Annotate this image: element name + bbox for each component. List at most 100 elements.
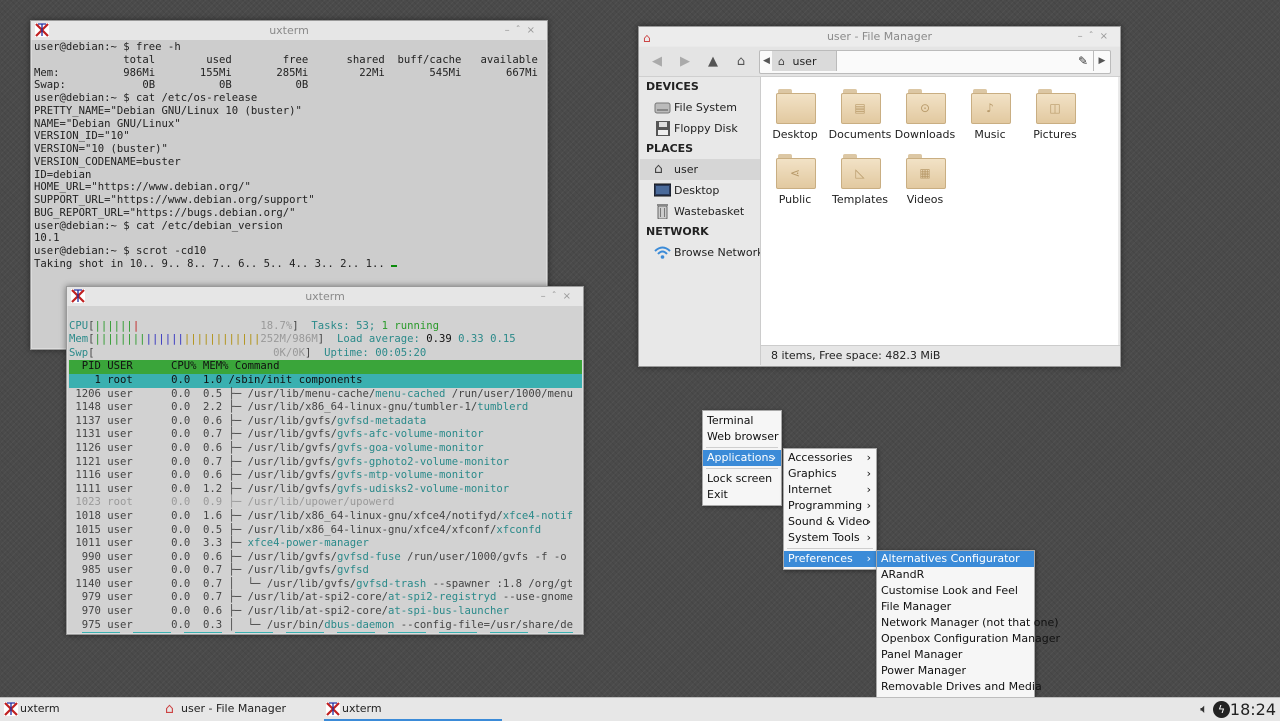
- applications-submenu[interactable]: Accessories › Graphics › Internet › Programmin…: [783, 448, 877, 570]
- fkey-label[interactable]: Search: [183, 632, 223, 633]
- file-manager-window[interactable]: ⌂ user - File Manager –ˆ× ◀ ▶ ▲ ⌂ ◀ ⌂ us…: [638, 26, 1121, 367]
- process-row[interactable]: 990 user 0.0 0.6 ├─ /usr/lib/gvfs/gvfsd-…: [69, 551, 582, 565]
- sidebar-item-browse-network[interactable]: Browse Network: [640, 242, 760, 263]
- menu-item-removable-drives-and-media[interactable]: Removable Drives and Media: [877, 679, 1042, 695]
- menu-item-panel-manager[interactable]: Panel Manager: [877, 647, 1034, 663]
- chevron-left-icon[interactable]: ◀: [763, 51, 770, 72]
- fkey-f2[interactable]: F2: [120, 632, 133, 633]
- menu-item-applications[interactable]: Applications ›: [703, 450, 781, 466]
- fkey-label[interactable]: Setup: [132, 632, 172, 633]
- taskbar-button-uxterm-2[interactable]: uxterm: [324, 698, 502, 721]
- folder-item-documents[interactable]: ▤ Documents: [828, 89, 892, 141]
- fkey-label[interactable]: Nice -: [388, 632, 427, 633]
- clock[interactable]: 18:24: [1230, 698, 1276, 721]
- fkey-f10[interactable]: F10: [528, 632, 547, 633]
- menu-item-alternatives-configurator[interactable]: Alternatives Configurator: [877, 551, 1034, 567]
- power-icon[interactable]: ϟ: [1213, 701, 1230, 718]
- process-row[interactable]: 1131 user 0.0 0.7 ├─ /usr/lib/gvfs/gvfs-…: [69, 428, 582, 442]
- folder-item-public[interactable]: ⋖ Public: [763, 154, 827, 206]
- process-list[interactable]: 1 root 0.0 1.0 /sbin/init components 120…: [69, 373, 582, 633]
- process-row[interactable]: 1015 user 0.0 0.5 ├─ /usr/lib/x86_64-lin…: [69, 524, 582, 538]
- process-row[interactable]: 985 user 0.0 0.7 ├─ /usr/lib/gvfs/gvfsd: [69, 564, 582, 578]
- fkey-f5[interactable]: F5: [273, 632, 286, 633]
- menu-item-file-manager[interactable]: File Manager: [877, 599, 1034, 615]
- path-bar[interactable]: ◀ ⌂ user ✎ ▶: [759, 50, 1111, 74]
- process-row[interactable]: 975 user 0.0 0.3 │ └─ /usr/bin/dbus-daem…: [69, 619, 582, 633]
- fkey-f3[interactable]: F3: [171, 632, 184, 633]
- fkey-f1[interactable]: F1: [69, 632, 82, 633]
- fkey-f6[interactable]: F6: [324, 632, 337, 633]
- process-row[interactable]: 970 user 0.0 0.6 ├─ /usr/lib/at-spi2-cor…: [69, 605, 582, 619]
- fkey-label[interactable]: Sorted: [285, 632, 325, 633]
- sidebar-item-file-system[interactable]: File System: [640, 97, 760, 118]
- htop-screen[interactable]: CPU[||||||| 18.7%] Tasks: 53; 1 running …: [68, 306, 582, 633]
- fkey-f8[interactable]: F8: [426, 632, 439, 633]
- fkey-label[interactable]: Help: [81, 632, 121, 633]
- folder-item-videos[interactable]: ▦ Videos: [893, 154, 957, 206]
- process-row[interactable]: 1148 user 0.0 2.2 ├─ /usr/lib/x86_64-lin…: [69, 401, 582, 415]
- function-key-bar[interactable]: F1Help F2Setup F3SearchF4FilterF5SortedF…: [69, 632, 582, 633]
- edit-pencil-icon[interactable]: ✎: [1078, 51, 1088, 72]
- fkey-label[interactable]: Collap: [337, 632, 376, 633]
- chevron-right-icon[interactable]: ▶: [1093, 51, 1110, 71]
- folder-item-desktop[interactable]: Desktop: [763, 89, 827, 141]
- folder-item-pictures[interactable]: ◫ Pictures: [1023, 89, 1087, 141]
- back-arrow-icon[interactable]: ◀: [647, 52, 667, 72]
- home-button-icon[interactable]: ⌂: [731, 52, 751, 72]
- fkey-f9[interactable]: F9: [477, 632, 490, 633]
- taskbar-button-file-manager[interactable]: ⌂ user - File Manager: [163, 698, 331, 721]
- folder-item-music[interactable]: ♪ Music: [958, 89, 1022, 141]
- menu-item-customise-look-and-feel[interactable]: Customise Look and Feel: [877, 583, 1034, 599]
- fkey-f7[interactable]: F7: [375, 632, 388, 633]
- up-arrow-icon[interactable]: ▲: [703, 52, 723, 72]
- process-row[interactable]: 1140 user 0.0 0.7 │ └─ /usr/lib/gvfs/gvf…: [69, 578, 582, 592]
- folder-item-templates[interactable]: ◺ Templates: [828, 154, 892, 206]
- process-row[interactable]: 1121 user 0.0 0.7 ├─ /usr/lib/gvfs/gvfs-…: [69, 456, 582, 470]
- sidebar-item-floppy-disk[interactable]: Floppy Disk: [640, 118, 760, 139]
- process-row[interactable]: 1023 root 0.0 0.9 ├─ /usr/lib/upower/upo…: [69, 496, 582, 510]
- process-row[interactable]: 1011 user 0.0 3.3 ├─ xfce4-power-manager: [69, 537, 582, 551]
- menu-item-terminal[interactable]: Terminal: [703, 413, 781, 429]
- forward-arrow-icon[interactable]: ▶: [675, 52, 695, 72]
- root-menu[interactable]: Terminal Web browser Applications › Lock …: [702, 410, 782, 506]
- titlebar[interactable]: uxterm –ˆ×: [31, 21, 547, 40]
- menu-item-exit[interactable]: Exit: [703, 487, 781, 503]
- fkey-label[interactable]: Kill: [490, 632, 529, 633]
- process-row[interactable]: 1018 user 0.0 1.6 ├─ /usr/lib/x86_64-lin…: [69, 510, 582, 524]
- uxterm-window-htop[interactable]: uxterm –ˆ× CPU[||||||| 18.7%] Tasks: 53;…: [66, 286, 584, 635]
- process-row[interactable]: 1 root 0.0 1.0 /sbin/init components: [69, 373, 582, 388]
- menu-item-system-tools[interactable]: System Tools ›: [784, 530, 876, 546]
- process-row[interactable]: 1206 user 0.0 0.5 ├─ /usr/lib/menu-cache…: [69, 388, 582, 402]
- preferences-submenu[interactable]: Alternatives Configurator ARandR Customise…: [876, 550, 1060, 698]
- window-controls[interactable]: –ˆ×: [1078, 27, 1114, 46]
- process-row[interactable]: 1126 user 0.0 0.6 ├─ /usr/lib/gvfs/gvfs-…: [69, 442, 582, 456]
- menu-item-arandr[interactable]: ARandR: [877, 567, 1034, 583]
- menu-item-web-browser[interactable]: Web browser: [703, 429, 781, 445]
- fkey-label[interactable]: Quit: [547, 632, 574, 633]
- process-table-header[interactable]: PID USER CPU% MEM% Command: [69, 360, 582, 374]
- menu-item-accessories[interactable]: Accessories ›: [784, 450, 876, 466]
- process-row[interactable]: 1137 user 0.0 0.6 ├─ /usr/lib/gvfs/gvfsd…: [69, 415, 582, 429]
- window-controls[interactable]: –ˆ×: [505, 21, 541, 40]
- fkey-label[interactable]: Filter: [234, 632, 274, 633]
- process-row[interactable]: 1111 user 0.0 1.2 ├─ /usr/lib/gvfs/gvfs-…: [69, 483, 582, 497]
- sidebar-item-user[interactable]: ⌂ user: [640, 159, 760, 180]
- titlebar[interactable]: uxterm –ˆ×: [67, 287, 583, 306]
- titlebar[interactable]: ⌂ user - File Manager –ˆ×: [639, 27, 1120, 46]
- path-crumb-user[interactable]: ⌂ user: [772, 51, 837, 71]
- process-row[interactable]: 1116 user 0.0 0.6 ├─ /usr/lib/gvfs/gvfs-…: [69, 469, 582, 483]
- window-controls[interactable]: –ˆ×: [541, 287, 577, 306]
- sidebar-item-wastebasket[interactable]: Wastebasket: [640, 201, 760, 222]
- volume-icon[interactable]: 🔈︎: [1200, 698, 1208, 721]
- folder-item-downloads[interactable]: ⊙ Downloads: [893, 89, 957, 141]
- taskbar-button-uxterm-1[interactable]: uxterm: [2, 698, 170, 721]
- icon-view[interactable]: Desktop ▤ Documents ⊙ Downloads ♪ Music ◫ Pictur…: [761, 77, 1118, 345]
- menu-item-internet[interactable]: Internet ›: [784, 482, 876, 498]
- menu-item-network-manager-not-that-one-[interactable]: Network Manager (not that one): [877, 615, 1059, 631]
- fkey-label[interactable]: Nice +: [439, 632, 478, 633]
- menu-item-graphics[interactable]: Graphics ›: [784, 466, 876, 482]
- process-row[interactable]: 979 user 0.0 0.7 ├─ /usr/lib/at-spi2-cor…: [69, 591, 582, 605]
- sidebar-item-desktop[interactable]: Desktop: [640, 180, 760, 201]
- menu-item-openbox-configuration-manager[interactable]: Openbox Configuration Manager: [877, 631, 1060, 647]
- menu-item-lock-screen[interactable]: Lock screen: [703, 471, 781, 487]
